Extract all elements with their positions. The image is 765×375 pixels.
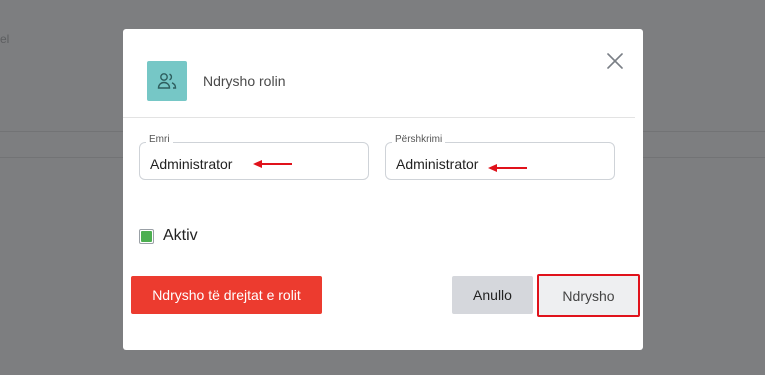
checkbox-check-icon [141,230,152,242]
annotation-arrow [488,160,528,178]
header-divider [123,117,635,118]
name-field-label: Emri [146,134,173,145]
close-icon[interactable] [603,49,627,73]
active-checkbox[interactable] [139,228,154,244]
cancel-button[interactable]: Anullo [452,276,533,314]
edit-permissions-button[interactable]: Ndrysho të drejtat e rolit [131,276,322,314]
edit-role-modal: Ndrysho rolin Emri Përshkrimi Aktiv Ndry… [123,29,643,350]
modal-title: Ndrysho rolin [203,73,286,89]
users-icon [147,61,187,101]
submit-button[interactable]: Ndrysho [537,274,640,317]
active-label: Aktiv [163,227,198,244]
annotation-arrow [253,156,293,174]
active-toggle[interactable]: Aktiv [139,227,198,245]
description-field-label: Përshkrimi [392,134,446,145]
description-input[interactable] [396,156,556,172]
background-text: el [0,32,10,46]
